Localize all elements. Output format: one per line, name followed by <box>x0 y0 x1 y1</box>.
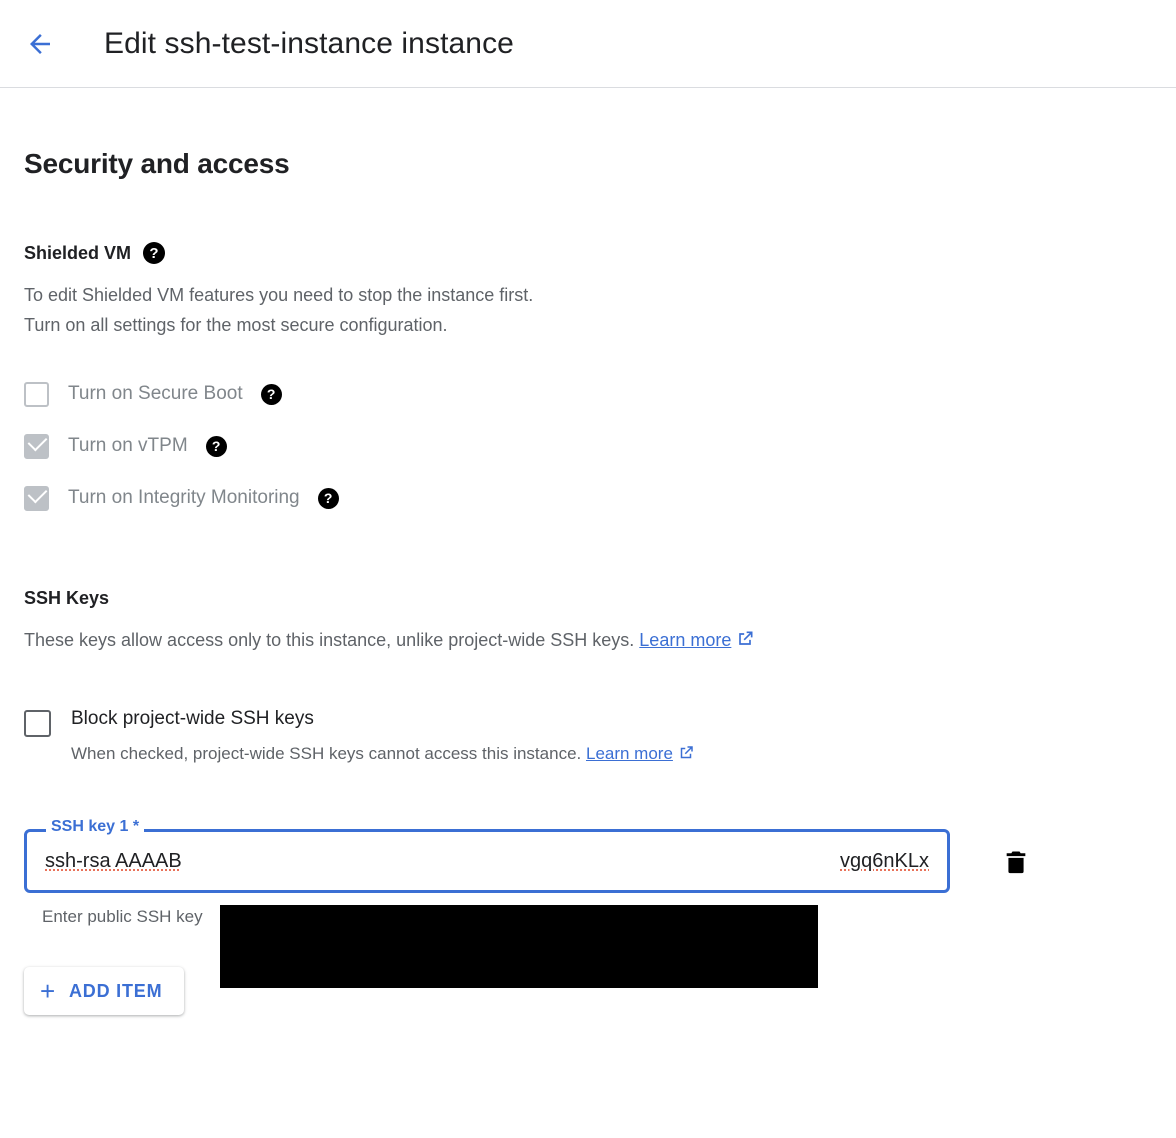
ssh-key-value-end: vgq6nKLx <box>840 849 929 872</box>
trash-icon <box>1002 848 1030 879</box>
checkbox-secure-boot <box>24 381 49 407</box>
arrow-left-icon <box>25 29 55 59</box>
shielded-vm-description-line-2: Turn on all settings for the most secure… <box>24 315 448 335</box>
external-link-icon[interactable] <box>735 628 755 658</box>
check-mark-icon <box>27 431 48 451</box>
ssh-key-hint: Enter public SSH key <box>42 907 203 926</box>
shielded-vm-heading-label: Shielded VM <box>24 242 132 263</box>
checkbox-integrity-monitoring <box>24 483 49 511</box>
ssh-keys-heading: SSH Keys <box>24 588 1152 609</box>
ssh-keys-heading-label: SSH Keys <box>24 588 110 608</box>
block-project-wide-ssh-keys-label: Block project-wide SSH keys <box>71 708 314 729</box>
plus-icon: + <box>40 976 56 1006</box>
shielded-vm-options: Turn on Secure Boot ? Turn on vTPM ? Tur… <box>24 374 1152 518</box>
block-project-wide-ssh-keys-row: Block project-wide SSH keys When checked… <box>24 708 1152 769</box>
option-vtpm-label: Turn on vTPM <box>68 435 188 456</box>
help-icon-integrity-monitoring[interactable]: ? <box>317 487 339 509</box>
shielded-vm-heading: Shielded VM ? <box>24 242 1152 264</box>
ssh-keys-description-text: These keys allow access only to this ins… <box>24 630 635 650</box>
ssh-key-row: ssh-rsa AAAAB vgq6nKLx SSH key 1 * Enter… <box>24 818 1152 927</box>
block-project-wide-ssh-keys-texts: Block project-wide SSH keys When checked… <box>71 708 695 769</box>
option-integrity-monitoring: Turn on Integrity Monitoring ? <box>24 478 1152 518</box>
checkbox-vtpm <box>24 431 49 459</box>
delete-ssh-key-button[interactable] <box>996 843 1036 883</box>
help-icon-vtpm[interactable]: ? <box>205 435 227 457</box>
ssh-keys-description: These keys allow access only to this ins… <box>24 625 1044 658</box>
option-secure-boot: Turn on Secure Boot ? <box>24 374 1152 414</box>
ssh-key-field-wrap: ssh-rsa AAAAB vgq6nKLx SSH key 1 * Enter… <box>24 818 950 927</box>
check-mark-icon <box>27 483 48 503</box>
main-content: Security and access Shielded VM ? To edi… <box>0 148 1176 1015</box>
block-project-wide-ssh-keys-description: When checked, project-wide SSH keys cann… <box>71 742 695 769</box>
block-project-wide-ssh-keys-description-text: When checked, project-wide SSH keys cann… <box>71 744 582 763</box>
checkbox-block-project-wide-ssh-keys[interactable] <box>24 710 51 737</box>
add-item-button[interactable]: + ADD ITEM <box>24 967 185 1015</box>
page-title: Edit ssh-test-instance instance <box>104 26 514 60</box>
option-secure-boot-label: Turn on Secure Boot <box>68 383 243 404</box>
block-keys-learn-more-link[interactable]: Learn more <box>586 744 673 763</box>
option-vtpm: Turn on vTPM ? <box>24 426 1152 466</box>
ssh-key-field-label: SSH key 1 * <box>46 818 145 836</box>
help-icon-secure-boot[interactable]: ? <box>260 383 282 405</box>
page-header: Edit ssh-test-instance instance <box>0 0 1176 88</box>
ssh-key-input-value: ssh-rsa AAAAB vgq6nKLx <box>45 850 929 873</box>
external-link-icon[interactable] <box>677 744 695 769</box>
ssh-key-value-start: ssh-rsa AAAAB <box>45 849 182 872</box>
ssh-key-input[interactable]: ssh-rsa AAAAB vgq6nKLx <box>24 829 950 893</box>
section-title: Security and access <box>24 148 290 179</box>
shielded-vm-description: To edit Shielded VM features you need to… <box>24 280 1064 340</box>
back-button[interactable] <box>18 22 62 66</box>
help-icon-shielded-vm[interactable]: ? <box>143 242 166 264</box>
add-item-label: ADD ITEM <box>68 980 163 1001</box>
option-integrity-monitoring-label: Turn on Integrity Monitoring <box>68 487 300 508</box>
ssh-keys-learn-more-link[interactable]: Learn more <box>639 630 731 650</box>
shielded-vm-description-line-1: To edit Shielded VM features you need to… <box>24 285 534 305</box>
